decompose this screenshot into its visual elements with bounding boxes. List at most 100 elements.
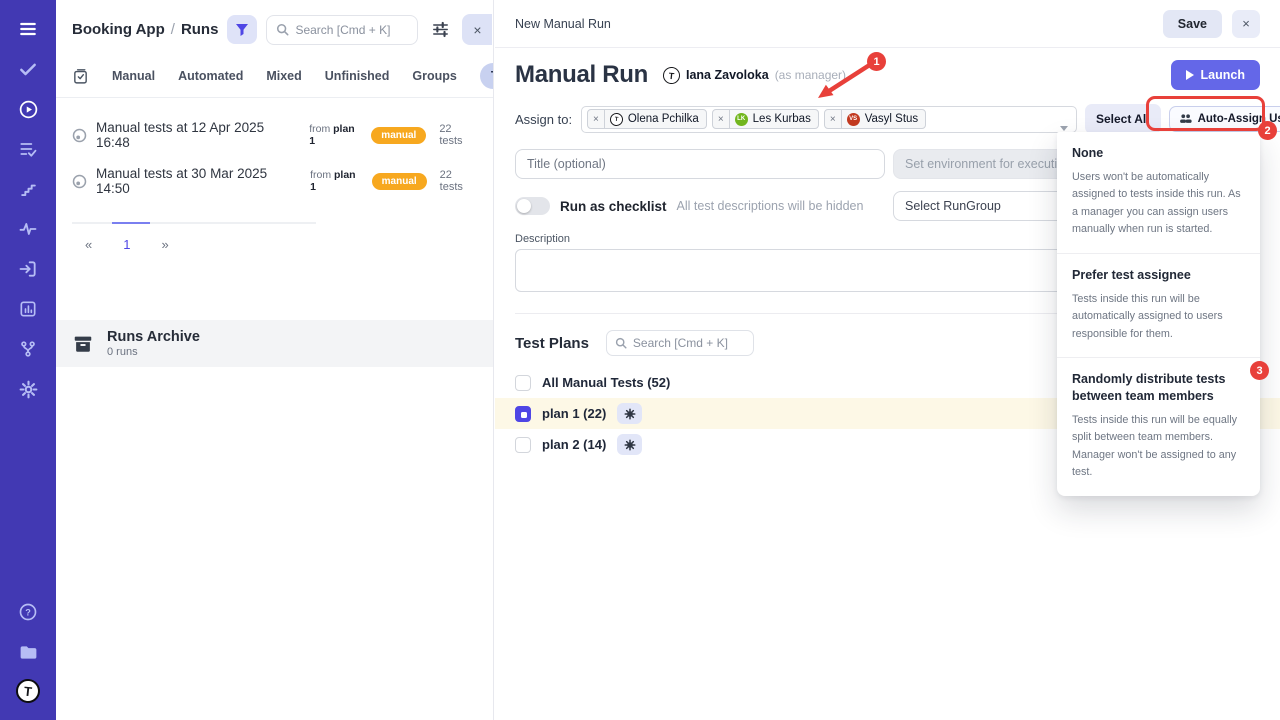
test-plans-search[interactable] [606,330,754,356]
branch-icon[interactable] [15,336,41,362]
run-row[interactable]: Manual tests at 12 Apr 2025 16:48 from p… [72,120,477,150]
test-plans-heading: Test Plans [515,335,589,352]
menu-icon[interactable] [15,16,41,42]
rungroup-select[interactable]: Select RunGroup [893,191,1078,221]
owner-name: Iana Zavoloka [686,68,769,82]
run-status-icon [72,174,87,189]
steps-icon[interactable] [15,176,41,202]
sliders-icon [432,21,449,38]
pagination-page-1[interactable]: 1 [123,237,130,252]
runs-list: Manual tests at 12 Apr 2025 16:48 from p… [56,98,493,196]
select-all-button[interactable]: Select All [1085,104,1161,134]
users-group-icon [1179,113,1192,125]
run-source: from plan 1 [310,169,363,193]
owner-role: (as manager) [775,68,846,82]
tab-groups[interactable]: Groups [412,69,456,83]
test-plans-search-input[interactable] [633,336,745,350]
new-run-header: New Manual Run Save × [495,0,1280,48]
account-logo[interactable]: T [15,678,41,704]
logo-letter: T [15,678,41,704]
run-title-row: Manual Run T Iana Zavoloka (as manager) … [515,60,1260,90]
view-settings-button[interactable] [427,17,453,43]
assignee-chip: × LK Les Kurbas [712,109,819,129]
tab-to-review[interactable]: To Review [480,63,494,89]
settings-gear-icon[interactable] [15,376,41,402]
window-title: New Manual Run [515,17,611,31]
assignees-multiselect[interactable]: × TOlena Pchilka × LKLes Kurbas × VSVasy… [581,106,1077,133]
archive-title: Runs Archive [107,329,200,346]
save-button[interactable]: Save [1163,10,1222,38]
panel-close-button[interactable]: × [462,14,492,45]
runs-panel: Booking App / Runs × Manual A [56,0,494,720]
pagination-track [72,222,316,224]
environment-input[interactable] [893,149,1078,179]
plan-settings-button[interactable] [617,403,642,424]
projects-folder-icon[interactable] [15,639,41,665]
dropdown-option-prefer-assignee[interactable]: Prefer test assignee Tests inside this r… [1057,253,1260,357]
funnel-icon [235,23,249,37]
assign-label: Assign to: [515,112,573,127]
tab-unfinished[interactable]: Unfinished [325,69,390,83]
run-owner: T Iana Zavoloka (as manager) [663,67,846,84]
tab-manual[interactable]: Manual [112,69,155,83]
run-as-checklist-toggle[interactable] [515,197,550,215]
plan-settings-button[interactable] [617,434,642,455]
description-textarea[interactable] [515,249,1078,292]
plan-checkbox[interactable] [515,437,531,453]
runs-play-icon[interactable] [15,96,41,122]
remove-assignee-button[interactable]: × [588,110,605,128]
tests-check-icon[interactable] [15,56,41,82]
gear-icon [624,439,636,451]
play-icon [1186,70,1194,80]
run-tests-count: 22 tests [440,169,477,193]
analytics-icon[interactable] [15,296,41,322]
remove-assignee-button[interactable]: × [825,110,842,128]
dropdown-option-none[interactable]: None Users won't be automatically assign… [1057,132,1260,253]
pagination-next-button[interactable]: » [161,237,168,252]
avatar: VS [847,113,860,126]
assignee-name: Les Kurbas [753,113,811,125]
breadcrumb-project[interactable]: Booking App [72,21,165,38]
close-editor-button[interactable]: × [1232,10,1260,38]
select-runs-icon[interactable] [72,68,89,85]
close-icon: × [1242,16,1250,31]
import-icon[interactable] [15,256,41,282]
gear-icon [624,408,636,420]
run-tests-count: 22 tests [439,123,477,147]
plan-checkbox-checked[interactable] [515,406,531,422]
run-title: Manual tests at 12 Apr 2025 16:48 [96,120,297,150]
tab-mixed[interactable]: Mixed [266,69,301,83]
assignee-name: Olena Pchilka [628,113,699,125]
search-icon [615,337,627,349]
run-source: from plan 1 [309,123,362,147]
run-row[interactable]: Manual tests at 30 Mar 2025 14:50 from p… [72,166,477,196]
pulse-icon[interactable] [15,216,41,242]
auto-assign-users-button[interactable]: Auto-Assign Users [1169,106,1280,132]
auto-assign-dropdown: None Users won't be automatically assign… [1057,132,1260,496]
archive-count: 0 runs [107,346,200,358]
run-type-badge: manual [372,173,427,190]
avatar: LK [735,113,748,126]
page-title: Manual Run [515,61,648,89]
dropdown-option-randomly-distribute[interactable]: Randomly distribute tests between team m… [1057,357,1260,496]
runs-search-input[interactable] [295,23,408,37]
tab-automated[interactable]: Automated [178,69,243,83]
run-title-input[interactable] [515,149,885,179]
assign-row: Assign to: × TOlena Pchilka × LK Les Kurb… [515,104,1260,134]
runs-search[interactable] [266,15,418,45]
runs-archive-row[interactable]: Runs Archive 0 runs [56,320,493,367]
pagination-active-indicator [112,222,150,224]
runs-tabs: Manual Automated Mixed Unfinished Groups… [56,55,493,98]
svg-text:?: ? [25,607,31,617]
filter-button[interactable] [227,15,257,44]
plans-list-check-icon[interactable] [15,136,41,162]
close-icon: × [473,22,481,38]
pagination-prev-button[interactable]: « [85,237,92,252]
help-icon[interactable]: ? [15,599,41,625]
launch-button[interactable]: Launch [1171,60,1260,90]
remove-assignee-button[interactable]: × [713,110,730,128]
breadcrumb: Booking App / Runs [72,21,218,38]
search-icon [276,23,289,36]
assignee-chip: × TOlena Pchilka [587,109,707,129]
plan-checkbox[interactable] [515,375,531,391]
